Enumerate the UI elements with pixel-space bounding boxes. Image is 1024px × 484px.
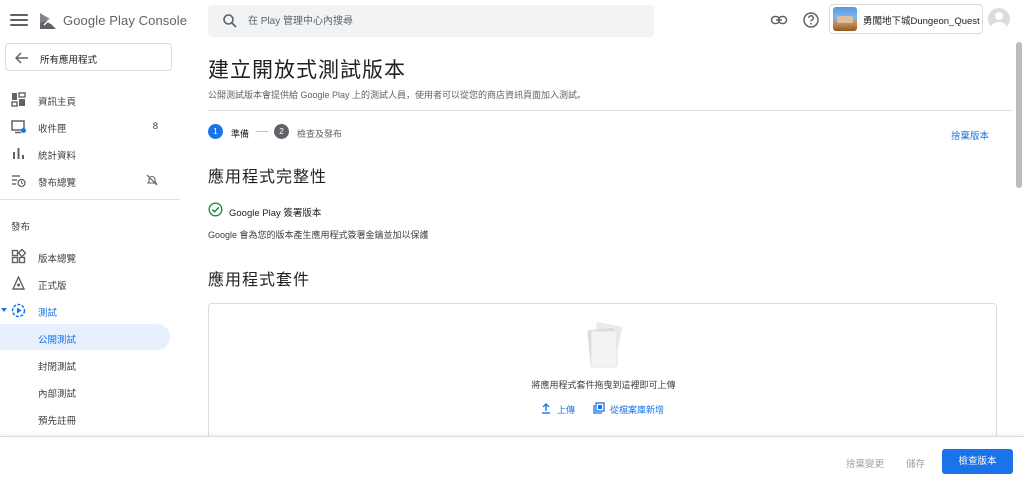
sidebar-item-dashboard[interactable]: 資訊主頁 (0, 86, 172, 112)
sidebar-item-label: 公開測試 (38, 335, 77, 346)
page-title: 建立開放式測試版本 (208, 59, 406, 82)
sidebar-divider (0, 199, 180, 200)
top-app-bar: Google Play Console 勇闖地下城Dungeon_Quest (0, 0, 1024, 42)
play-console-logo-icon[interactable] (38, 11, 58, 31)
sidebar-item-testing[interactable]: 測試 (0, 297, 172, 323)
save-button[interactable]: 儲存 (906, 456, 925, 470)
app-name: 勇闖地下城Dungeon_Quest (863, 16, 980, 27)
sidebar-item-statistics[interactable]: 統計資料 (0, 140, 172, 166)
sidebar-item-closed-testing[interactable]: 封閉測試 (0, 351, 172, 377)
upload-label: 上傳 (557, 405, 576, 415)
search-icon (223, 14, 237, 28)
footer-action-bar: 捨棄變更 儲存 檢查版本 (0, 436, 1024, 484)
publishing-overview-icon (12, 175, 26, 188)
notifications-off-icon (146, 174, 158, 186)
header-divider (208, 110, 1013, 111)
all-apps-button[interactable]: 所有應用程式 (5, 43, 172, 71)
sidebar-item-label: 封閉測試 (38, 362, 77, 373)
sidebar-item-pre-registration[interactable]: 預先註冊 (0, 405, 172, 431)
release-section-heading: 發布 (11, 222, 31, 233)
all-apps-label: 所有應用程式 (40, 55, 98, 66)
sidebar-item-internal-testing[interactable]: 內部測試 (0, 378, 172, 404)
sidebar: 所有應用程式 資訊主頁 收件匣 8 統計資料 發布總覽 發布 版本總覽 正式版 … (0, 42, 180, 436)
help-icon[interactable] (802, 11, 820, 29)
app-bundles-heading: 應用程式套件 (208, 272, 311, 289)
discard-release-button[interactable]: 捨棄版本 (951, 128, 989, 142)
sidebar-item-label: 統計資料 (38, 151, 77, 162)
testing-icon (11, 303, 26, 318)
upload-icon (542, 403, 550, 414)
sidebar-item-label: 版本總覽 (38, 254, 77, 265)
releases-overview-icon (11, 249, 26, 264)
hamburger-menu-icon[interactable] (10, 12, 28, 28)
play-console-app: Google Play Console 勇闖地下城Dungeon_Quest (0, 0, 1024, 484)
check-circle-icon (208, 202, 223, 217)
dropzone-text: 將應用程式套件拖曳到這裡即可上傳 (531, 380, 676, 390)
app-thumbnail (833, 7, 857, 31)
sidebar-item-production[interactable]: 正式版 (0, 270, 172, 296)
sidebar-item-inbox[interactable]: 收件匣 8 (0, 113, 172, 139)
sidebar-item-label: 預先註冊 (38, 416, 77, 427)
sidebar-item-label: 發布總覽 (38, 178, 77, 189)
step-number: 2 (274, 124, 289, 139)
arrow-back-icon (15, 52, 28, 64)
sidebar-item-label: 收件匣 (38, 124, 67, 135)
sidebar-item-releases-overview[interactable]: 版本總覽 (0, 243, 172, 269)
sidebar-item-publishing-overview[interactable]: 發布總覽 (0, 167, 172, 193)
main-content: 建立開放式測試版本 公開測試版本會提供給 Google Play 上的測試人員，… (208, 42, 1013, 443)
search-bar[interactable] (208, 5, 654, 37)
discard-changes-button[interactable]: 捨棄變更 (846, 456, 884, 470)
main-scrollbar[interactable] (1016, 42, 1022, 188)
library-icon (593, 402, 605, 414)
step-label: 檢查及發布 (297, 129, 343, 139)
sidebar-item-label: 資訊主頁 (38, 97, 77, 108)
production-icon (11, 276, 26, 290)
step-number: 1 (208, 124, 223, 139)
step-label: 準備 (231, 129, 250, 139)
bar-chart-icon (13, 148, 24, 159)
inbox-icon (11, 120, 26, 134)
documents-illustration-icon (587, 322, 623, 368)
dashboard-icon (11, 92, 26, 107)
signing-note: Google 會為您的版本產生應用程式簽署金鑰並加以保護 (208, 230, 429, 240)
sidebar-item-label: 測試 (38, 308, 58, 319)
library-label: 從檔案庫新增 (610, 405, 665, 415)
app-integrity-heading: 應用程式完整性 (208, 169, 328, 186)
account-avatar[interactable] (988, 8, 1010, 30)
sidebar-item-label: 內部測試 (38, 389, 77, 400)
expand-caret-icon (1, 308, 7, 312)
bundle-dropzone[interactable]: 將應用程式套件拖曳到這裡即可上傳 上傳 從檔案庫新增 (208, 303, 997, 443)
review-release-button[interactable]: 檢查版本 (942, 449, 1013, 474)
inbox-count: 8 (152, 121, 158, 132)
link-icon[interactable] (770, 11, 788, 29)
brand-name[interactable]: Google Play Console (63, 13, 187, 28)
sidebar-item-open-testing[interactable]: 公開測試 (0, 324, 170, 350)
app-selector[interactable]: 勇闖地下城Dungeon_Quest (829, 4, 983, 34)
page-description: 公開測試版本會提供給 Google Play 上的測試人員，使用者可以從您的商店… (208, 90, 587, 100)
sidebar-item-label: 正式版 (38, 281, 67, 292)
signing-label: Google Play 簽署版本 (229, 208, 322, 219)
search-input[interactable] (248, 5, 638, 37)
step-connector (256, 131, 268, 132)
